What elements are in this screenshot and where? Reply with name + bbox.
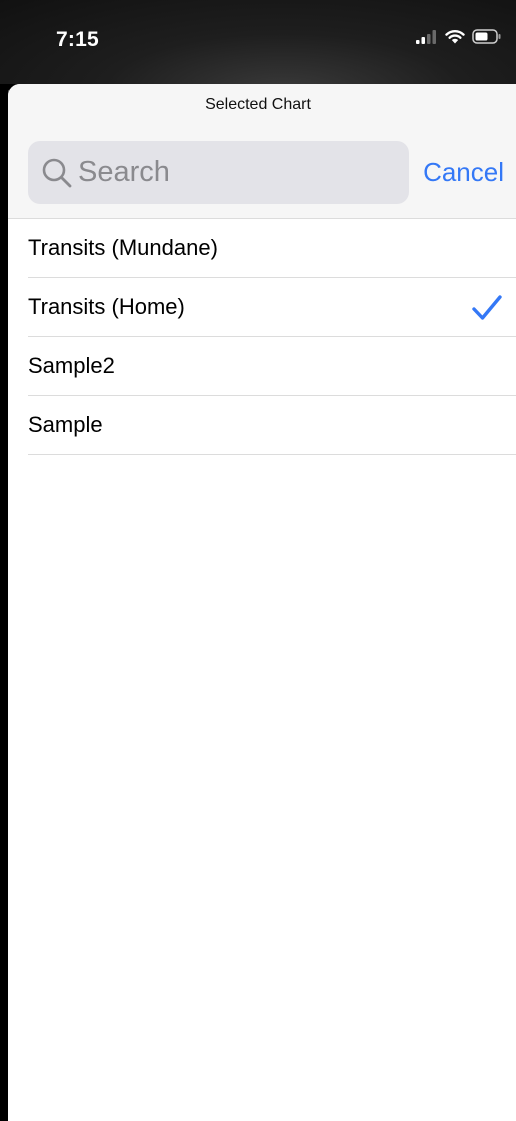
list-item-label: Sample2	[28, 353, 115, 378]
status-time: 7:15	[56, 28, 99, 51]
list-item-transits-mundane[interactable]: Transits (Mundane)	[28, 219, 516, 278]
list-item-transits-home[interactable]: Transits (Home)	[28, 278, 516, 337]
list-item-sample[interactable]: Sample	[28, 396, 516, 455]
chart-picker-sheet: Selected Chart Search Cancel Transits (M…	[8, 84, 516, 1121]
magnifier-search-icon	[40, 156, 74, 190]
battery-icon	[472, 29, 502, 49]
search-placeholder: Search	[78, 156, 170, 188]
chart-list: Transits (Mundane) Transits (Home) Sampl…	[28, 219, 516, 455]
sheet-title: Selected Chart	[205, 96, 311, 113]
phone-screen: 7:15 Selected Chart Search Cancel Transi…	[0, 0, 516, 1121]
list-item-label: Transits (Mundane)	[28, 235, 218, 260]
list-item-label: Sample	[28, 412, 103, 437]
cellular-signal-icon	[416, 29, 438, 49]
status-bar: 7:15	[0, 0, 516, 84]
sheet-header: Selected Chart Search Cancel	[8, 84, 516, 219]
search-field[interactable]: Search	[28, 141, 409, 204]
cancel-button[interactable]: Cancel	[423, 157, 504, 188]
checkmark-icon	[472, 295, 502, 321]
list-item-label: Transits (Home)	[28, 294, 185, 319]
status-icons	[416, 29, 502, 49]
wifi-icon	[445, 29, 465, 49]
list-item-sample2[interactable]: Sample2	[28, 337, 516, 396]
